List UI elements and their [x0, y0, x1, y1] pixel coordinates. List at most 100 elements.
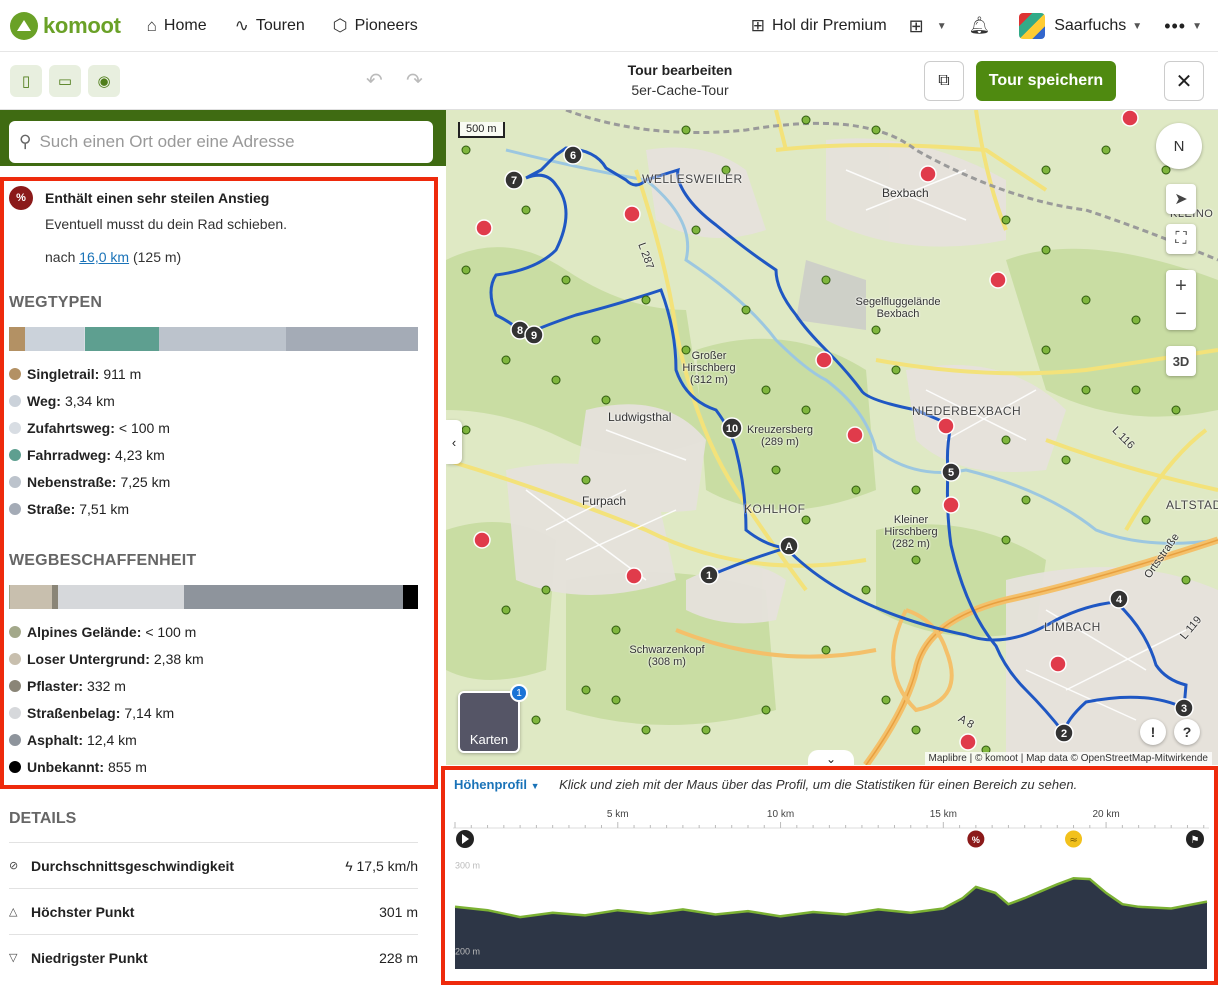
- poi-marker[interactable]: [821, 645, 831, 655]
- poi-marker[interactable]: [461, 145, 471, 155]
- poi-marker[interactable]: [741, 305, 751, 315]
- highlight-pin[interactable]: [625, 567, 643, 585]
- komoot-logo[interactable]: komoot: [10, 11, 121, 40]
- poi-marker[interactable]: [611, 625, 621, 635]
- bar-segment[interactable]: [402, 585, 418, 609]
- legend-item[interactable]: Nebenstraße: 7,25 km: [9, 468, 429, 495]
- poi-marker[interactable]: [801, 115, 811, 125]
- poi-marker[interactable]: [701, 725, 711, 735]
- highlight-pin[interactable]: [989, 271, 1007, 289]
- nav-touren[interactable]: ∿ Touren: [235, 16, 305, 36]
- poi-marker[interactable]: [501, 355, 511, 365]
- waypoint-10[interactable]: 10: [721, 417, 743, 439]
- bar-segment[interactable]: [9, 327, 25, 351]
- legend-item[interactable]: Unbekannt: 855 m: [9, 753, 429, 780]
- poi-marker[interactable]: [861, 585, 871, 595]
- legend-item[interactable]: Straßenbelag: 7,14 km: [9, 699, 429, 726]
- report-button[interactable]: !: [1140, 719, 1166, 745]
- wegtypen-bar[interactable]: [9, 327, 418, 351]
- poi-marker[interactable]: [681, 125, 691, 135]
- collapse-panel-button[interactable]: ‹: [446, 420, 462, 464]
- compass-button[interactable]: N: [1156, 123, 1202, 169]
- close-button[interactable]: ✕: [1164, 61, 1204, 101]
- waypoint-2[interactable]: 2: [1054, 723, 1074, 743]
- bar-segment[interactable]: [183, 585, 403, 609]
- warning-distance-link[interactable]: 16,0 km: [79, 249, 129, 265]
- poi-marker[interactable]: [801, 515, 811, 525]
- legend-item[interactable]: Asphalt: 12,4 km: [9, 726, 429, 753]
- 3d-button[interactable]: 3D: [1166, 346, 1196, 376]
- toggle-sidebar-button[interactable]: ▯: [10, 65, 42, 97]
- notifications-button[interactable]: 🔔︎: [969, 16, 998, 36]
- poi-marker[interactable]: [1101, 145, 1111, 155]
- create-menu[interactable]: ⊞ ▼: [909, 16, 947, 37]
- poi-marker[interactable]: [1021, 495, 1031, 505]
- toggle-bottom-panel-button[interactable]: ▭: [49, 65, 81, 97]
- waypoint-5[interactable]: 5: [941, 462, 961, 482]
- save-tour-button[interactable]: Tour speichern: [976, 61, 1116, 101]
- highlight-pin[interactable]: [623, 205, 641, 223]
- waypoint-6[interactable]: 6: [563, 145, 583, 165]
- poi-marker[interactable]: [1041, 165, 1051, 175]
- legend-item[interactable]: Fahrradweg: 4,23 km: [9, 441, 429, 468]
- poi-marker[interactable]: [1081, 385, 1091, 395]
- bar-segment[interactable]: [84, 327, 159, 351]
- poi-marker[interactable]: [581, 685, 591, 695]
- toggle-visibility-button[interactable]: ◉: [88, 65, 120, 97]
- poi-marker[interactable]: [1001, 535, 1011, 545]
- poi-marker[interactable]: [461, 265, 471, 275]
- poi-marker[interactable]: [911, 485, 921, 495]
- bar-segment[interactable]: [286, 327, 418, 351]
- poi-marker[interactable]: [1181, 575, 1191, 585]
- poi-marker[interactable]: [911, 725, 921, 735]
- poi-marker[interactable]: [541, 585, 551, 595]
- map-layers-button[interactable]: Karten: [458, 691, 520, 753]
- poi-marker[interactable]: [601, 395, 611, 405]
- highlight-pin[interactable]: [846, 426, 864, 444]
- search-input[interactable]: [39, 132, 410, 152]
- poi-marker[interactable]: [851, 485, 861, 495]
- poi-marker[interactable]: [1001, 215, 1011, 225]
- legend-item[interactable]: Pflaster: 332 m: [9, 672, 429, 699]
- poi-marker[interactable]: [761, 385, 771, 395]
- nav-pioneers[interactable]: ⬡ Pioneers: [333, 16, 418, 36]
- bar-segment[interactable]: [24, 327, 84, 351]
- bar-segment[interactable]: [57, 585, 184, 609]
- highlight-pin[interactable]: [475, 219, 493, 237]
- poi-marker[interactable]: [1001, 435, 1011, 445]
- poi-marker[interactable]: [551, 375, 561, 385]
- poi-marker[interactable]: [1171, 405, 1181, 415]
- poi-marker[interactable]: [561, 275, 571, 285]
- poi-marker[interactable]: [581, 475, 591, 485]
- poi-marker[interactable]: [1061, 455, 1071, 465]
- elevation-chart[interactable]: 5 km 10 km 15 km 20 km 300 m 200 m % ≈ ⚑: [453, 801, 1209, 971]
- highlight-pin[interactable]: [1049, 655, 1067, 673]
- expand-profile-button[interactable]: ⌄: [808, 750, 854, 765]
- bar-segment[interactable]: [9, 585, 52, 609]
- poi-marker[interactable]: [771, 465, 781, 475]
- waypoint-3[interactable]: 3: [1174, 698, 1194, 718]
- poi-marker[interactable]: [501, 605, 511, 615]
- waypoint-1[interactable]: 1: [699, 565, 719, 585]
- poi-marker[interactable]: [801, 405, 811, 415]
- highlight-pin[interactable]: [1121, 110, 1139, 127]
- poi-marker[interactable]: [641, 725, 651, 735]
- poi-marker[interactable]: [591, 335, 601, 345]
- legend-item[interactable]: Loser Untergrund: 2,38 km: [9, 645, 429, 672]
- poi-marker[interactable]: [611, 695, 621, 705]
- steep-climb-marker[interactable]: %: [966, 829, 986, 849]
- poi-marker[interactable]: [1141, 515, 1151, 525]
- poi-marker[interactable]: [1081, 295, 1091, 305]
- wegbeschaffenheit-bar[interactable]: [9, 585, 418, 609]
- waypoint-7[interactable]: 7: [504, 170, 524, 190]
- poi-marker[interactable]: [1041, 345, 1051, 355]
- poi-marker[interactable]: [911, 555, 921, 565]
- highlight-pin[interactable]: [959, 733, 977, 751]
- highlight-pin[interactable]: [815, 351, 833, 369]
- poi-marker[interactable]: [761, 705, 771, 715]
- highlight-pin[interactable]: [919, 165, 937, 183]
- legend-item[interactable]: Weg: 3,34 km: [9, 387, 429, 414]
- poi-marker[interactable]: [821, 275, 831, 285]
- poi-marker[interactable]: [691, 225, 701, 235]
- highlight-pin[interactable]: [942, 496, 960, 514]
